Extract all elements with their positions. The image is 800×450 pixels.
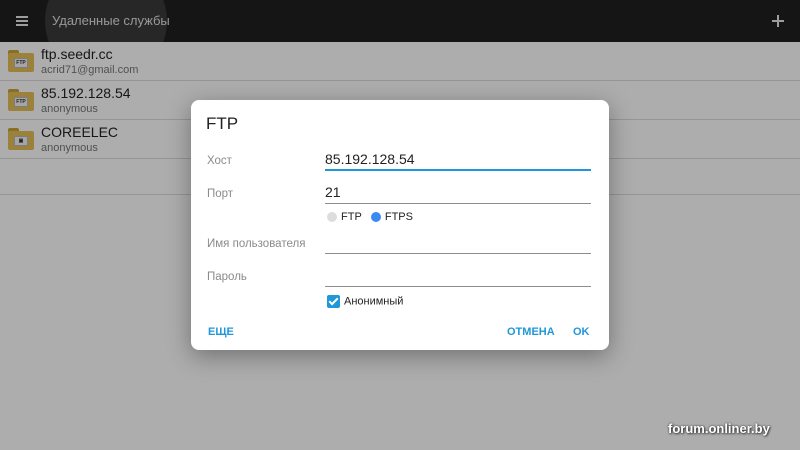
ok-button[interactable]: OK xyxy=(573,326,590,338)
more-button[interactable]: ЕЩЕ xyxy=(208,326,234,338)
port-label: Порт xyxy=(207,188,234,200)
host-label: Хост xyxy=(207,155,232,167)
anonymous-checkbox[interactable]: Анонимный xyxy=(327,295,403,308)
port-field[interactable]: 21 xyxy=(325,182,591,204)
cancel-button[interactable]: ОТМЕНА xyxy=(507,326,555,338)
checkbox-checked-icon xyxy=(327,295,340,308)
username-label: Имя пользователя xyxy=(207,238,306,250)
protocol-radio-group: FTP FTPS xyxy=(327,211,419,225)
password-field[interactable] xyxy=(325,265,591,287)
password-label: Пароль xyxy=(207,271,247,283)
radio-unselected-icon xyxy=(327,212,337,223)
username-field[interactable] xyxy=(325,232,591,254)
radio-selected-icon xyxy=(370,212,381,223)
watermark: forum.onliner.by xyxy=(668,421,770,436)
dialog-title: FTP xyxy=(206,114,239,133)
host-field[interactable]: 85.192.128.54 xyxy=(325,149,591,171)
radio-ftp[interactable]: FTP xyxy=(327,211,368,223)
ftp-dialog: FTP Хост 85.192.128.54 Порт 21 FTP FTPS … xyxy=(191,100,609,350)
radio-ftps[interactable]: FTPS xyxy=(370,211,419,223)
